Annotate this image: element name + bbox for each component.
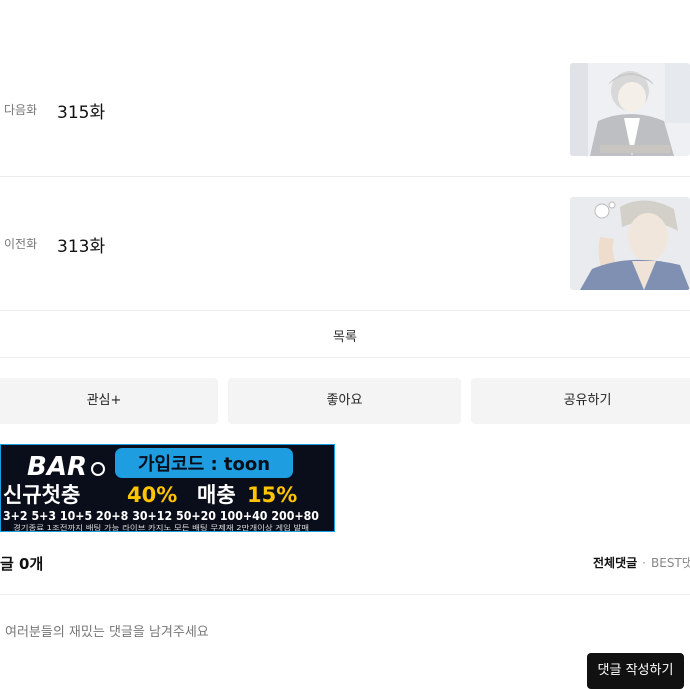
like-button[interactable]: 좋아요 <box>228 378 461 424</box>
prev-episode-thumbnail <box>570 197 690 290</box>
prev-episode-tag: 이전화 <box>4 237 38 251</box>
banner-headline-left: 신규첫충 <box>3 483 80 507</box>
next-episode-title: 315화 <box>57 103 106 123</box>
banner-headline-mid: 매충 <box>197 483 236 507</box>
banner-code: 가입코드 : toon <box>138 453 270 475</box>
episode-list-button[interactable]: 목록 <box>0 311 690 358</box>
ad-banner[interactable]: BAR 가입코드 : toon 신규첫충 40% 매충 15% 3+2 5+3 … <box>0 444 335 532</box>
next-episode-row[interactable]: 다음화 315화 <box>0 43 690 177</box>
comment-divider <box>0 594 690 595</box>
comment-sort-tabs: 전체댓글 · BEST댓 <box>593 554 690 571</box>
sort-best-tab[interactable]: BEST댓 <box>651 556 690 570</box>
banner-logo: BAR <box>27 452 87 482</box>
write-comment-button[interactable]: 댓글 작성하기 <box>587 653 684 689</box>
comment-count: 글 0개 <box>0 555 44 573</box>
favorite-button[interactable]: 관심+ <box>0 378 218 424</box>
comment-input[interactable]: 여러분들의 재밌는 댓글을 남겨주세요 <box>5 621 209 640</box>
prev-episode-title: 313화 <box>57 237 106 257</box>
sort-all-tab[interactable]: 전체댓글 <box>593 556 637 570</box>
prev-episode-row[interactable]: 이전화 313화 <box>0 177 690 311</box>
banner-fine-print: 경기종료 1조전까지 배팅 가능 라이브 카지노 모든 배팅 무제재 2만개이상… <box>13 523 309 532</box>
sort-separator: · <box>642 556 646 570</box>
share-button[interactable]: 공유하기 <box>471 378 690 424</box>
next-episode-thumbnail <box>570 63 690 156</box>
next-episode-tag: 다음화 <box>4 103 38 117</box>
banner-pct2: 15% <box>247 483 297 507</box>
banner-pct1: 40% <box>127 483 177 507</box>
episode-list-label: 목록 <box>333 330 357 345</box>
banner-bonus-row: 3+2 5+3 10+5 20+8 30+12 50+20 100+40 200… <box>3 509 319 523</box>
